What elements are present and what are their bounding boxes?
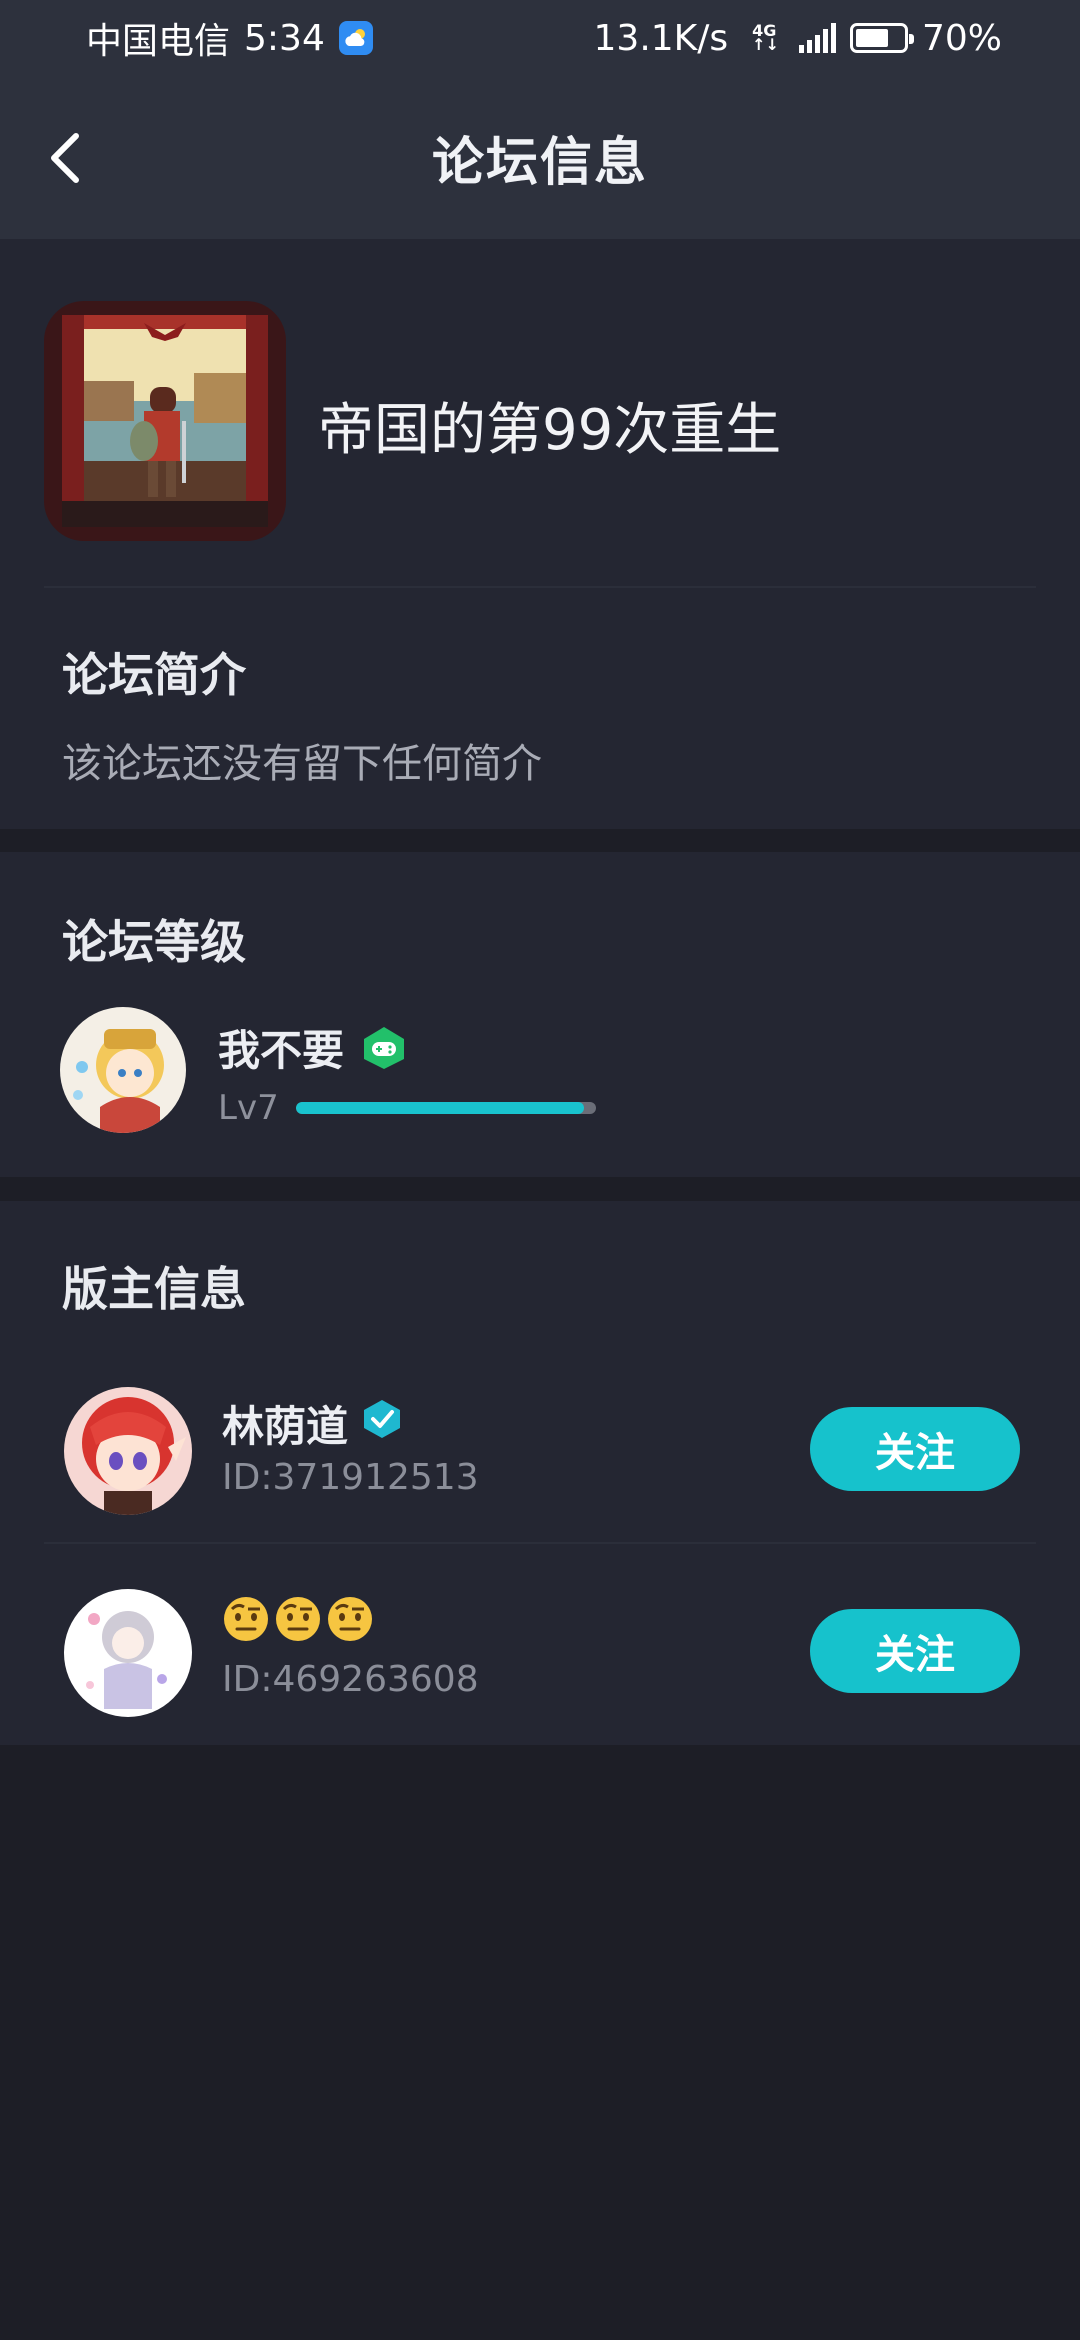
moderator-id: ID:469263608 [222,1659,479,1700]
divider [44,586,1036,588]
battery-icon [849,23,914,53]
moderator-id: ID:371912513 [222,1457,479,1498]
battery-percent: 70% [921,17,1002,59]
carrier-name: 中国电信 [86,21,231,62]
moderator-row[interactable]: 林荫道 ID:371912513 关注 [0,1387,1080,1587]
game-controller-badge-icon [362,1025,406,1071]
page-title: 论坛信息 [431,133,648,193]
moderator-avatar[interactable] [64,1589,192,1717]
forum-intro-title: 论坛简介 [62,648,246,702]
user-avatar[interactable] [60,1007,186,1133]
user-name-text: 我不要 [218,1026,345,1075]
forum-info-section: 帝国的第99次重生 论坛简介 该论坛还没有留下任何简介 [0,239,1080,829]
status-bar: 中国电信 5:34 13.1K/s 4G ↑↓ 70% [0,0,1080,76]
follow-button[interactable]: 关注 [810,1609,1020,1693]
network-type-icon: 4G ↑↓ [752,21,779,54]
back-button[interactable] [40,123,90,193]
forum-level-section: 论坛等级 我不要 Lv7 [0,852,1080,1177]
clock-time: 5:34 [244,17,325,59]
forum-level-title: 论坛等级 [62,915,246,969]
follow-button[interactable]: 关注 [810,1407,1020,1491]
raised-eyebrow-emoji-icon [222,1595,378,1643]
top-app-bar: 论坛信息 [0,76,1080,239]
moderator-name-text: 林荫道 [222,1402,349,1451]
status-left: 中国电信 5:34 [86,12,373,64]
forum-cover-image [44,301,286,541]
moderators-title: 版主信息 [62,1262,246,1316]
moderator-avatar[interactable] [64,1387,192,1515]
divider [44,1542,1036,1544]
user-name: 我不要 [218,1017,406,1078]
level-progress-fill [296,1102,584,1114]
status-right: 13.1K/s 4G ↑↓ 70% [594,18,1002,59]
level-progress-bar [296,1102,596,1114]
moderator-name: 🤨🤨🤨 [222,1595,378,1643]
moderator-row[interactable]: 🤨🤨🤨 ID:469263608 关注 [0,1589,1080,1789]
chevron-left-icon [51,132,79,183]
moderator-name: 林荫道 [222,1393,402,1454]
forum-intro-text: 该论坛还没有留下任何简介 [62,741,542,787]
signal-strength-icon [798,23,836,53]
forum-name: 帝国的第99次重生 [318,398,782,463]
level-label: Lv7 [218,1088,279,1128]
moderators-section: 版主信息 林荫道 ID:371912513 关注 ID:469263608 关注 [0,1201,1080,1745]
weather-icon [338,21,373,55]
net-speed: 13.1K/s [593,17,729,59]
verified-badge-icon [362,1398,402,1450]
